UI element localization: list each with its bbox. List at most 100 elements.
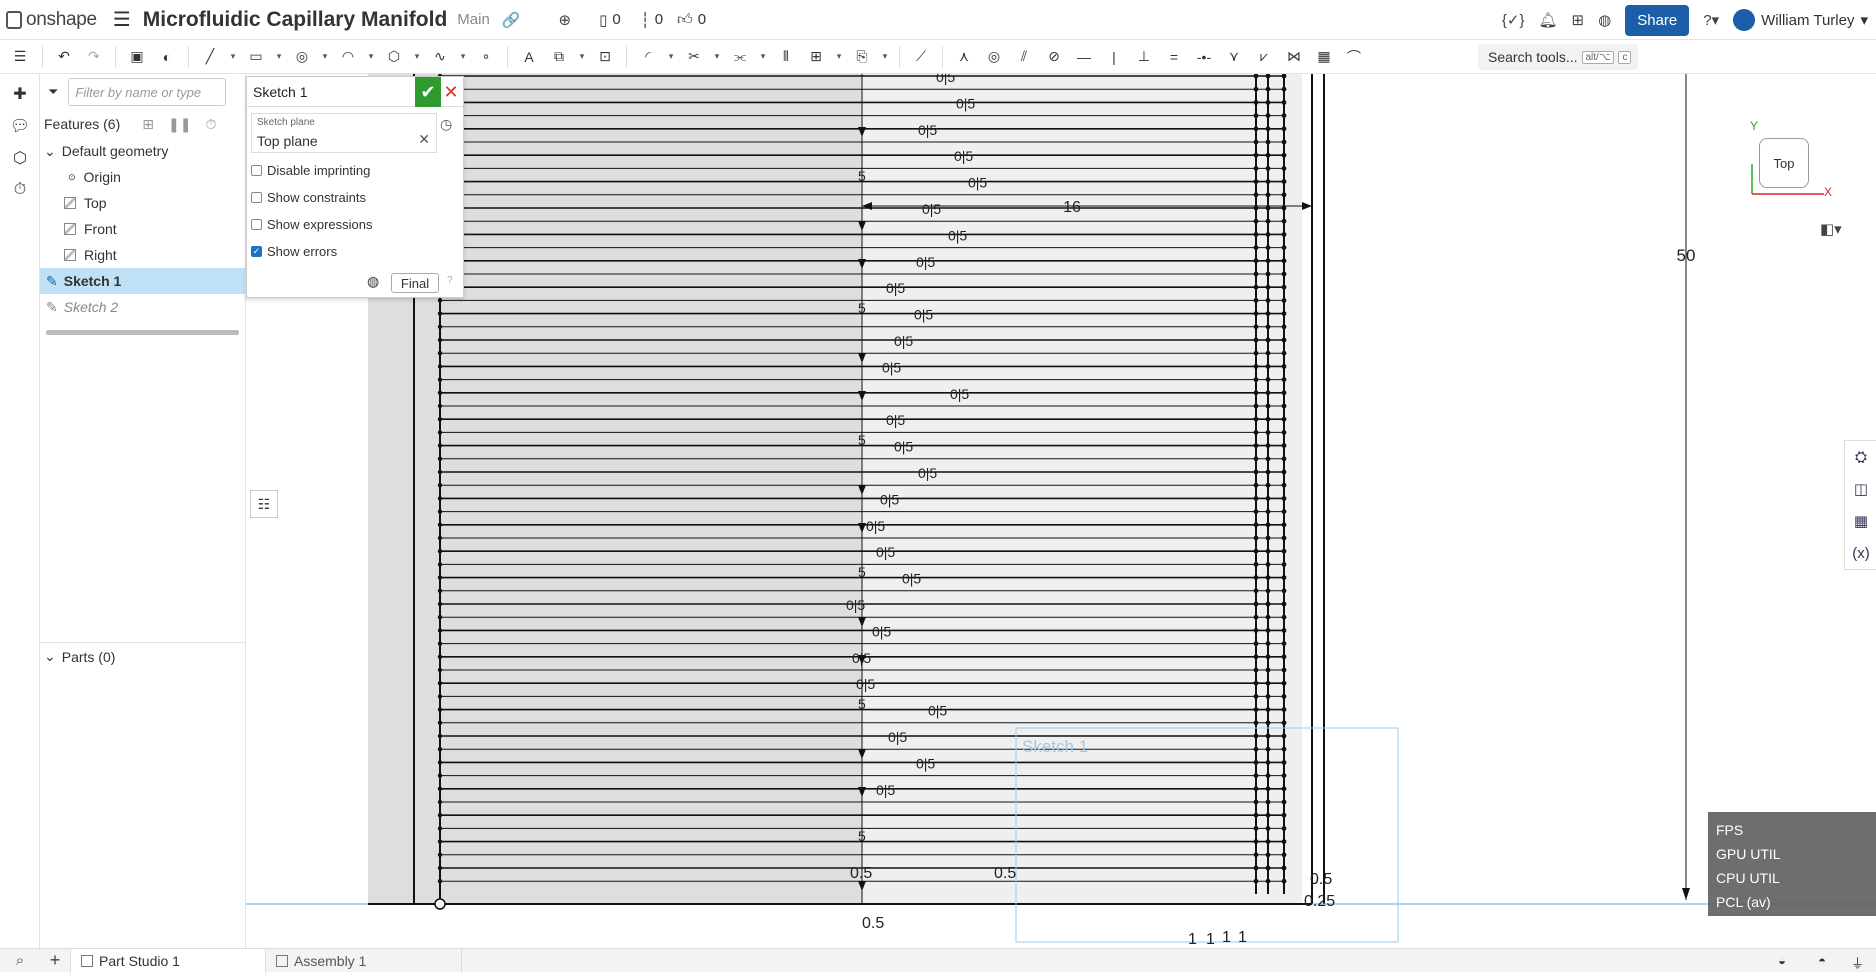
view-options-cube-icon[interactable]: ◧▾ (1820, 220, 1842, 238)
add-feature-icon[interactable]: ✚ (0, 78, 40, 110)
share-button[interactable]: Share (1625, 4, 1690, 36)
parallel-constraint-icon[interactable]: ⫽ (1011, 44, 1037, 70)
sketch-point[interactable] (437, 720, 443, 725)
onshape-logo[interactable]: onshape (6, 9, 97, 31)
equal-constraint-icon[interactable]: = (1161, 44, 1187, 70)
option-show-expressions[interactable]: Show expressions (247, 211, 463, 238)
dimension-0-25[interactable]: 0.25 (1304, 893, 1335, 910)
dimension-label[interactable]: 0|5 (948, 227, 967, 243)
add-folder-icon[interactable]: ⊞ (142, 116, 154, 133)
chevron-down-icon[interactable]: ▾ (319, 44, 331, 70)
sketch-point[interactable] (437, 443, 443, 448)
tab-footer-icon[interactable]: ◒ (1778, 953, 1786, 968)
dimension-label[interactable]: 0|5 (902, 571, 921, 587)
cancel-button[interactable]: ✕ (441, 77, 461, 107)
sketch-point[interactable] (437, 615, 443, 620)
notifications-bell-icon[interactable]: 🔔︎ (1539, 11, 1558, 29)
dimension-label[interactable]: 0|5 (922, 201, 941, 217)
tree-item-right[interactable]: Right (40, 242, 245, 268)
dimension-label[interactable]: 0|5 (956, 95, 975, 111)
dimension-0-5-bottom[interactable]: 0.5 (862, 915, 884, 932)
sketch-point[interactable] (437, 364, 443, 369)
dimension-label[interactable]: 0|5 (886, 412, 905, 428)
mirror-tool-icon[interactable]: ⫴ (773, 44, 799, 70)
sketch-point[interactable] (437, 298, 443, 303)
dimension-16[interactable]: 16 (1063, 199, 1081, 216)
dimension-label[interactable]: 0|5 (916, 755, 935, 771)
sketch-canvas[interactable]: 0|5 0|5 0|5 0|5 0|5 0|5 0|5 0|5 0|5 0|5 0|5 0|5 0|5 0… (246, 74, 1876, 952)
sketch-point[interactable] (437, 879, 443, 884)
dimension-1[interactable]: 1 (1188, 931, 1197, 948)
chevron-down-icon[interactable]: ▾ (711, 44, 723, 70)
sketch-point[interactable] (437, 813, 443, 818)
tab-footer-icon[interactable]: ◓ (1818, 953, 1826, 968)
chevron-down-icon[interactable]: ▾ (365, 44, 377, 70)
branches-counter[interactable]: ┆ 0 (641, 11, 663, 29)
option-disable-imprinting[interactable]: Disable imprinting (247, 157, 463, 184)
sketch-point[interactable] (437, 865, 443, 871)
tree-item-top[interactable]: Top (40, 190, 245, 216)
chevron-down-icon[interactable]: ▾ (665, 44, 677, 70)
sketch-point[interactable] (437, 403, 443, 409)
sketch-point[interactable] (437, 707, 443, 712)
sketch-point[interactable] (437, 549, 443, 554)
dimension-label[interactable]: 0|5 (876, 544, 895, 560)
add-tab-icon[interactable]: + (40, 950, 70, 971)
feature-list-icon[interactable]: ☰ (6, 44, 34, 70)
dimension-5[interactable]: 5 (858, 432, 866, 448)
dimension-50[interactable]: 50 (1677, 246, 1696, 265)
copy-icon[interactable]: ▣ (124, 44, 150, 70)
sketch-point[interactable] (437, 430, 443, 435)
sketch-point[interactable] (437, 747, 443, 752)
sketch-point[interactable] (437, 324, 443, 329)
dimension-label[interactable]: 0|5 (950, 386, 969, 402)
symmetric-constraint-icon[interactable]: ⋈ (1281, 44, 1307, 70)
chevron-down-icon[interactable]: ▾ (879, 44, 891, 70)
dimension-label[interactable]: 0|5 (954, 148, 973, 164)
sketch-dialog-title[interactable]: Sketch 1 (253, 84, 307, 100)
pause-icon[interactable]: ❚❚ (168, 116, 191, 133)
variables-panel-icon[interactable]: (x) (1845, 537, 1876, 569)
dimension-label[interactable]: 0|5 (918, 122, 937, 138)
dimension-label[interactable]: 0|5 (928, 703, 947, 719)
search-tools-input[interactable]: Search tools... alt/⌥ c (1478, 44, 1638, 70)
sketch-list-icon[interactable]: ☷ (250, 490, 278, 518)
dimension-label[interactable]: 0|5 (872, 623, 891, 639)
dimension-label[interactable]: 0|5 (882, 359, 901, 375)
history-clock-icon[interactable]: ◷ (440, 116, 452, 133)
sketch-point[interactable] (437, 496, 443, 501)
sketch-point[interactable] (437, 852, 443, 857)
help-icon[interactable]: ?▾ (1703, 11, 1719, 29)
appearance-panel-icon[interactable]: ⛭ (1845, 441, 1876, 473)
dimension-label[interactable]: 0|5 (914, 307, 933, 323)
pierce-constraint-icon[interactable]: ⩗ (1251, 44, 1277, 70)
variables-icon[interactable]: {✓} (1502, 11, 1525, 29)
sketch-point[interactable] (437, 839, 443, 844)
search-tabs-icon[interactable]: ⌕ (0, 952, 40, 969)
tab-footer-icon[interactable]: ⏚ (1851, 953, 1864, 972)
tree-item-front[interactable]: Front (40, 216, 245, 242)
coincident-constraint-icon[interactable]: ⋏ (951, 44, 977, 70)
dimension-0-5[interactable]: 0.5 (994, 865, 1016, 882)
sketch-point[interactable] (437, 588, 443, 593)
viewcube-top-face[interactable]: Top (1759, 138, 1809, 188)
construction-icon[interactable]: ⊡ (592, 44, 618, 70)
sketch-point[interactable] (437, 786, 443, 791)
final-button[interactable]: Final (391, 273, 439, 293)
option-show-constraints[interactable]: Show constraints (247, 184, 463, 211)
tangent-constraint-icon[interactable]: ⊘ (1041, 44, 1067, 70)
mass-properties-icon[interactable]: ◫ (1845, 473, 1876, 505)
sketch-point[interactable] (437, 601, 443, 607)
origin-point[interactable] (434, 898, 446, 910)
sketch-plane-field[interactable]: Sketch plane Top plane ✕ (251, 113, 437, 153)
dimension-1[interactable]: 1 (1206, 931, 1215, 948)
sketch-point[interactable] (437, 417, 443, 422)
sketch-point[interactable] (437, 575, 443, 580)
chevron-down-icon[interactable]: ▾ (457, 44, 469, 70)
dimension-5[interactable]: 5 (858, 696, 866, 712)
option-show-errors[interactable]: ✓ Show errors (247, 238, 463, 265)
concentric-constraint-icon[interactable]: ◎ (981, 44, 1007, 70)
sketch-point[interactable] (437, 390, 443, 395)
history-icon[interactable]: ⏱︎ (0, 174, 40, 206)
circle-tool-icon[interactable]: ◎ (289, 44, 315, 70)
